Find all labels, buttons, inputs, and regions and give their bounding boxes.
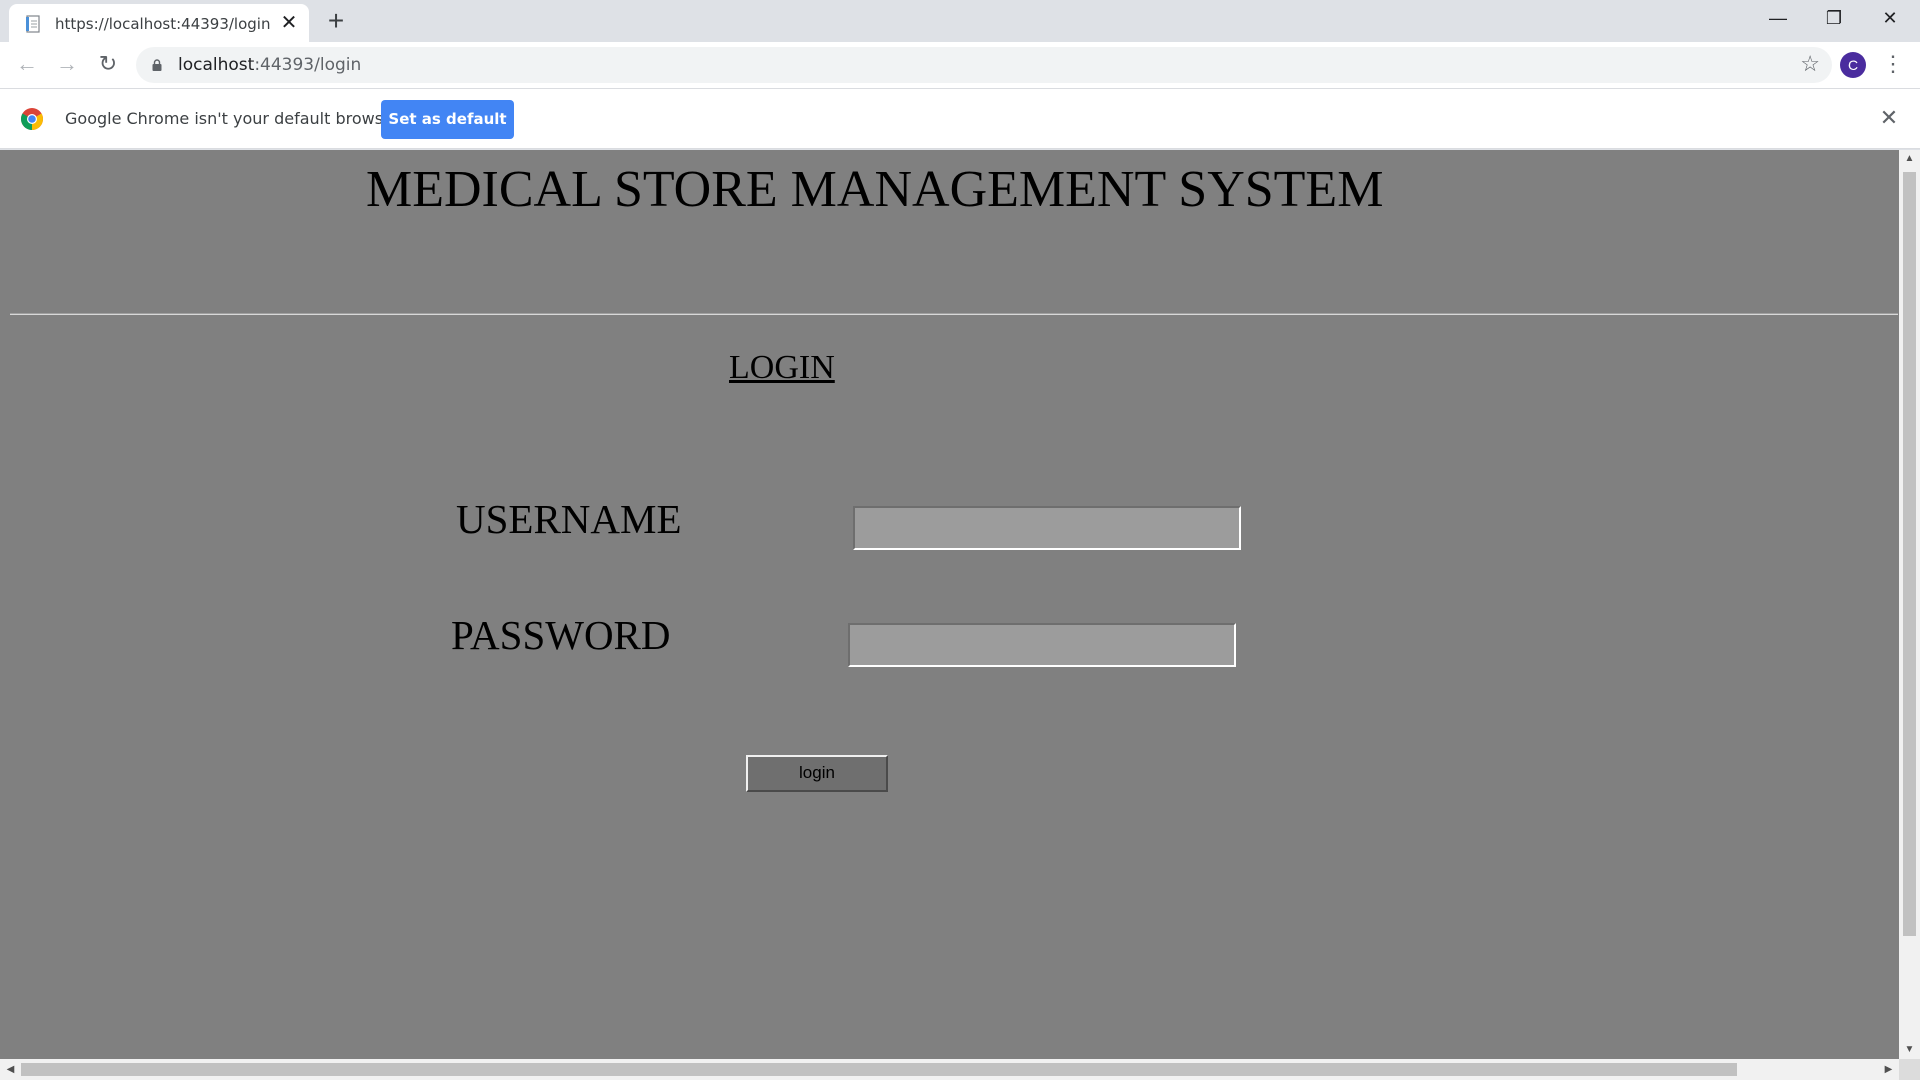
- forward-arrow-icon[interactable]: →: [53, 51, 81, 79]
- default-browser-infobar: Google Chrome isn't your default browser…: [0, 88, 1920, 149]
- url-host: localhost: [178, 55, 255, 75]
- browser-menu-icon[interactable]: ⋮: [1882, 50, 1904, 80]
- set-as-default-button[interactable]: Set as default: [381, 100, 514, 139]
- infobar-message: Google Chrome isn't your default browser: [65, 109, 400, 128]
- new-tab-icon[interactable]: +: [322, 7, 350, 36]
- scrollbar-corner: [1899, 1059, 1920, 1080]
- username-input[interactable]: [853, 506, 1241, 550]
- close-window-icon[interactable]: ✕: [1862, 0, 1918, 38]
- password-label: PASSWORD: [451, 612, 671, 658]
- chrome-logo-icon: [21, 108, 43, 130]
- scroll-left-icon[interactable]: ◀: [0, 1061, 21, 1079]
- close-infobar-icon[interactable]: ✕: [1878, 106, 1900, 130]
- vertical-scrollbar[interactable]: ▲ ▼: [1899, 150, 1920, 1059]
- scroll-right-icon[interactable]: ▶: [1878, 1061, 1899, 1079]
- maximize-icon[interactable]: ❐: [1806, 0, 1862, 38]
- browser-tab[interactable]: https://localhost:44393/login ✕: [9, 4, 309, 42]
- reload-icon[interactable]: ↻: [94, 51, 122, 79]
- page-title: MEDICAL STORE MANAGEMENT SYSTEM: [366, 161, 1384, 218]
- horizontal-scrollbar[interactable]: ◀ ▶: [0, 1059, 1899, 1080]
- username-label: USERNAME: [456, 496, 682, 542]
- scroll-up-icon[interactable]: ▲: [1899, 150, 1920, 168]
- url-text[interactable]: localhost:44393/login: [178, 55, 361, 75]
- vertical-scroll-thumb[interactable]: [1903, 172, 1916, 936]
- login-button[interactable]: login: [746, 755, 888, 792]
- back-arrow-icon[interactable]: ←: [13, 51, 41, 79]
- address-bar[interactable]: localhost:44393/login ☆: [136, 47, 1832, 83]
- page-icon: [26, 15, 40, 33]
- password-input[interactable]: [848, 623, 1236, 667]
- tab-strip: https://localhost:44393/login ✕ + — ❐ ✕: [0, 0, 1920, 42]
- bookmark-star-icon[interactable]: ☆: [1800, 52, 1820, 76]
- scroll-down-icon[interactable]: ▼: [1899, 1041, 1920, 1059]
- lock-icon: [152, 59, 162, 71]
- url-path: :44393/login: [254, 55, 362, 75]
- login-heading: LOGIN: [729, 349, 835, 386]
- close-tab-icon[interactable]: ✕: [279, 13, 299, 34]
- minimize-icon[interactable]: —: [1750, 0, 1806, 38]
- profile-avatar[interactable]: C: [1840, 52, 1866, 78]
- page-viewport: MEDICAL STORE MANAGEMENT SYSTEM LOGIN US…: [0, 150, 1920, 1080]
- browser-toolbar: ← → ↻ localhost:44393/login ☆ C ⋮: [0, 42, 1920, 88]
- horizontal-divider: [10, 313, 1898, 315]
- horizontal-scroll-thumb[interactable]: [21, 1063, 1737, 1076]
- tab-title: https://localhost:44393/login: [55, 15, 271, 33]
